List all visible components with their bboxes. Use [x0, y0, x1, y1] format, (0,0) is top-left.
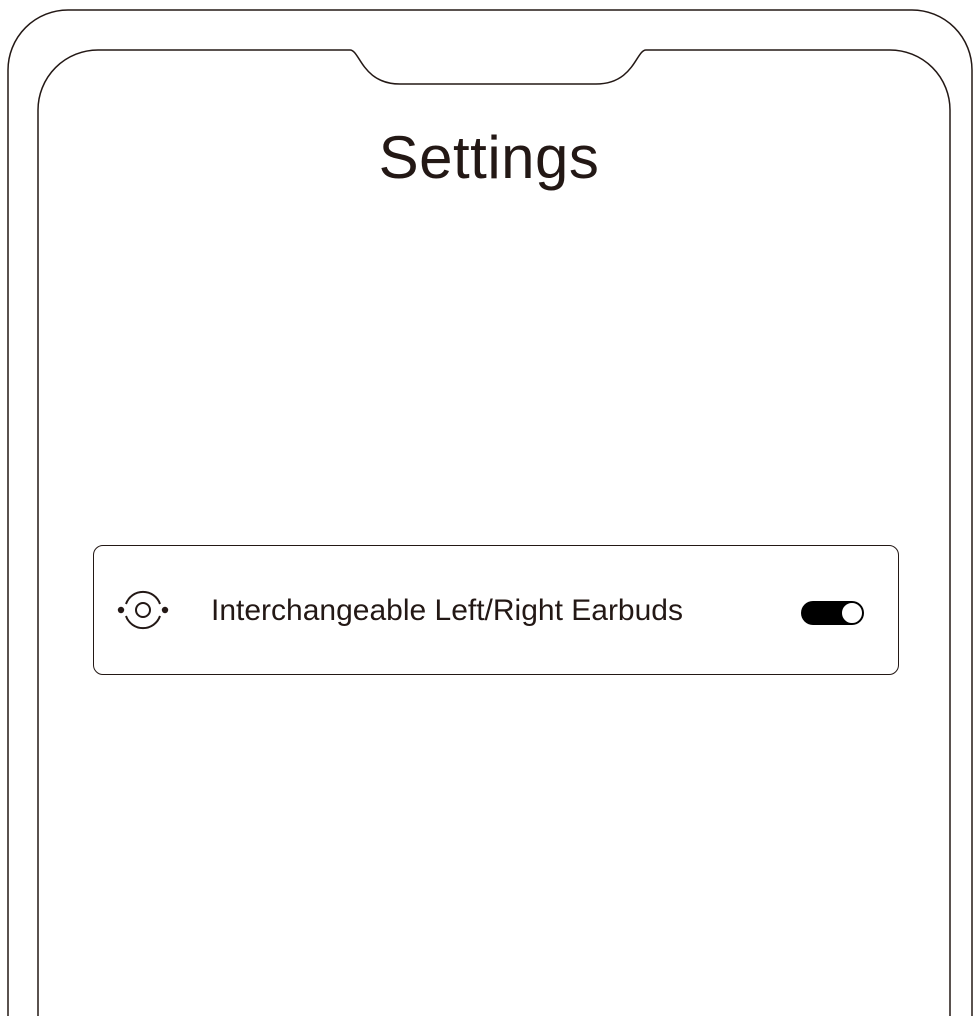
- setting-label: Interchangeable Left/Right Earbuds: [211, 594, 683, 627]
- interchangeable-earbuds-toggle[interactable]: [801, 601, 864, 625]
- page-title: Settings: [378, 124, 600, 191]
- settings-card-interchangeable-earbuds: Interchangeable Left/Right Earbuds: [93, 545, 899, 675]
- swap-circle-icon: [114, 584, 172, 636]
- toggle-knob: [841, 602, 863, 624]
